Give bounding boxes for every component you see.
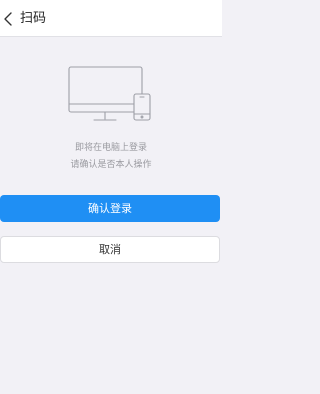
login-hint-line-2: 请确认是否本人操作 xyxy=(70,160,152,170)
phone-home-button xyxy=(140,115,144,119)
phone-frame xyxy=(133,93,151,121)
page-title: 扫码 xyxy=(20,11,47,26)
confirm-login-button[interactable]: 确认登录 xyxy=(0,195,220,222)
monitor-frame xyxy=(68,66,143,113)
cancel-button[interactable]: 取消 xyxy=(0,236,220,263)
login-hint-line-1: 即将在电脑上登录 xyxy=(74,143,147,153)
chevron-left-icon[interactable] xyxy=(2,9,16,29)
top-bar: 扫码 xyxy=(0,0,222,37)
